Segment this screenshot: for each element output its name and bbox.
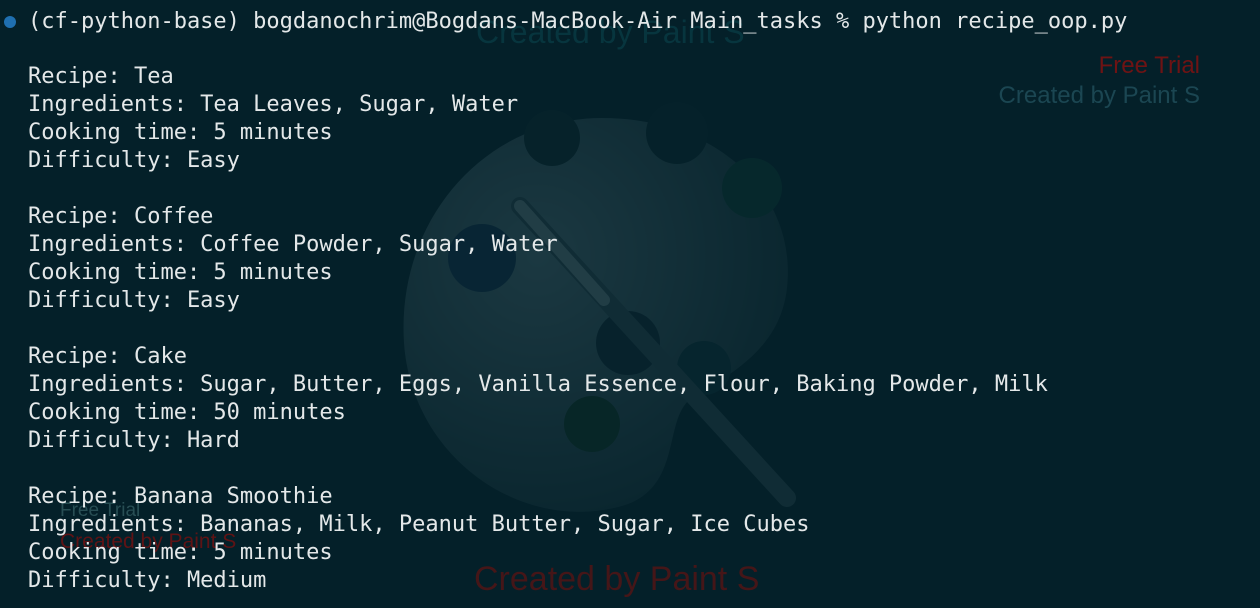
recipe-name: Recipe: Banana Smoothie	[28, 484, 333, 509]
recipe-name: Recipe: Coffee	[28, 204, 214, 229]
prompt-status-dot	[4, 16, 16, 28]
recipe-cooking-time: Cooking time: 5 minutes	[28, 260, 333, 285]
recipe-difficulty: Difficulty: Medium	[28, 568, 267, 593]
recipe-cooking-time: Cooking time: 5 minutes	[28, 540, 333, 565]
recipe-cooking-time: Cooking time: 50 minutes	[28, 400, 346, 425]
recipe-difficulty: Difficulty: Hard	[28, 428, 240, 453]
recipe-ingredients: Ingredients: Tea Leaves, Sugar, Water	[28, 92, 519, 117]
command-prompt[interactable]: (cf-python-base) bogdanochrim@Bogdans-Ma…	[0, 7, 1127, 37]
recipe-name: Recipe: Tea	[28, 64, 174, 89]
watermark-right-trial: Free Trial	[1098, 52, 1200, 79]
recipe-name: Recipe: Cake	[28, 344, 187, 369]
recipe-cooking-time: Cooking time: 5 minutes	[28, 120, 333, 145]
recipe-block-cake: Recipe: Cake Ingredients: Sugar, Butter,…	[28, 343, 1048, 455]
recipe-block-coffee: Recipe: Coffee Ingredients: Coffee Powde…	[28, 203, 1048, 315]
recipe-block-tea: Recipe: Tea Ingredients: Tea Leaves, Sug…	[28, 63, 1048, 175]
recipe-ingredients: Ingredients: Bananas, Milk, Peanut Butte…	[28, 512, 810, 537]
recipe-difficulty: Difficulty: Easy	[28, 148, 240, 173]
terminal-window[interactable]: Created by Paint S Free Trial Created by…	[0, 0, 1260, 608]
command-line: (cf-python-base) bogdanochrim@Bogdans-Ma…	[28, 9, 1128, 34]
recipe-block-banana-smoothie: Recipe: Banana Smoothie Ingredients: Ban…	[28, 483, 1048, 595]
recipe-ingredients: Ingredients: Sugar, Butter, Eggs, Vanill…	[28, 372, 1048, 397]
program-output: Recipe: Tea Ingredients: Tea Leaves, Sug…	[28, 63, 1048, 595]
recipe-ingredients: Ingredients: Coffee Powder, Sugar, Water	[28, 232, 558, 257]
recipe-difficulty: Difficulty: Easy	[28, 288, 240, 313]
